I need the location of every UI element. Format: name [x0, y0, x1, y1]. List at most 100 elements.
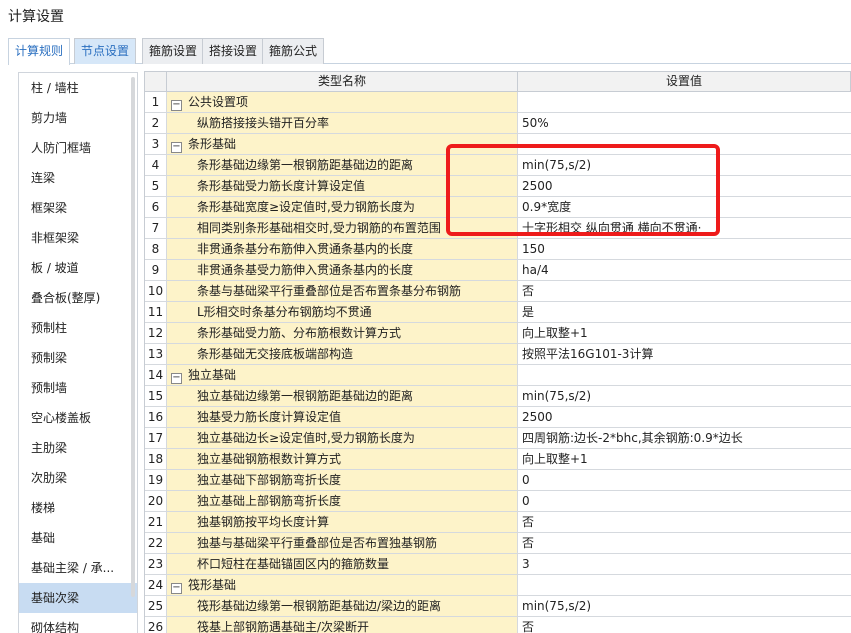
sidebar-scrollbar[interactable] [131, 77, 135, 597]
setting-value-cell[interactable]: 十字形相交 纵向贯通 横向不贯通· [518, 218, 851, 238]
setting-value-cell[interactable]: 0.9*宽度 [518, 197, 851, 217]
table-row[interactable]: 7 相同类别条形基础相交时,受力钢筋的布置范围 十字形相交 纵向贯通 横向不贯通· [145, 218, 851, 239]
setting-name-cell: 独立基础上部钢筋弯折长度 [167, 491, 518, 511]
row-number: 17 [145, 428, 167, 448]
table-row[interactable]: 23 杯口短柱在基础锚固区内的箍筋数量 3 [145, 554, 851, 575]
table-row[interactable]: 20 独立基础上部钢筋弯折长度 0 [145, 491, 851, 512]
table-group-row[interactable]: 1− 公共设置项 [145, 92, 851, 113]
setting-name-cell: 独基受力筋长度计算设定值 [167, 407, 518, 427]
sidebar-item[interactable]: 剪力墙 [19, 103, 137, 133]
setting-value-cell[interactable] [518, 92, 851, 112]
collapse-toggle-icon[interactable]: − [171, 373, 182, 384]
row-number: 15 [145, 386, 167, 406]
setting-value-cell[interactable]: 向上取整+1 [518, 449, 851, 469]
setting-value-cell[interactable]: 2500 [518, 407, 851, 427]
row-number: 12 [145, 323, 167, 343]
sidebar-item[interactable]: 空心楼盖板 [19, 403, 137, 433]
collapse-toggle-icon[interactable]: − [171, 142, 182, 153]
setting-name-cell: 条形基础无交接底板端部构造 [167, 344, 518, 364]
table-row[interactable]: 4 条形基础边缘第一根钢筋距基础边的距离 min(75,s/2) [145, 155, 851, 176]
sidebar: 柱 / 墙柱 剪力墙 人防门框墙 连梁 框架梁 非框架梁板 / 坡道 叠合板(整厚) 预制柱预… [18, 72, 138, 633]
setting-name-cell: L形相交时条基分布钢筋均不贯通 [167, 302, 518, 322]
sidebar-item[interactable]: 基础次梁 [19, 583, 137, 613]
table-row[interactable]: 17 独立基础边长≥设定值时,受力钢筋长度为 四周钢筋:边长-2*bhc,其余钢筋:… [145, 428, 851, 449]
table-row[interactable]: 5 条形基础受力筋长度计算设定值 2500 [145, 176, 851, 197]
setting-value-cell[interactable]: 3 [518, 554, 851, 574]
table-group-row[interactable]: 14− 独立基础 [145, 365, 851, 386]
setting-value-cell[interactable] [518, 575, 851, 595]
group-label: 筏形基础 [188, 578, 237, 592]
setting-value-cell[interactable]: 2500 [518, 176, 851, 196]
table-row[interactable]: 19 独立基础下部钢筋弯折长度 0 [145, 470, 851, 491]
setting-value-cell[interactable]: 0 [518, 491, 851, 511]
sidebar-item[interactable]: 基础主梁 / 承... [19, 553, 137, 583]
sidebar-item[interactable]: 人防门框墙 [19, 133, 137, 163]
setting-name-cell: − 条形基础 [167, 134, 518, 154]
setting-value-cell[interactable]: min(75,s/2) [518, 596, 851, 616]
setting-name-cell: 条形基础宽度≥设定值时,受力钢筋长度为 [167, 197, 518, 217]
table-row[interactable]: 8 非贯通条基分布筋伸入贯通条基内的长度 150 [145, 239, 851, 260]
tab-4[interactable]: 搭接设置 [202, 38, 265, 64]
setting-value-cell[interactable]: 按照平法16G101-3计算 [518, 344, 851, 364]
table-row[interactable]: 6 条形基础宽度≥设定值时,受力钢筋长度为 0.9*宽度 [145, 197, 851, 218]
sidebar-item[interactable]: 叠合板(整厚) [19, 283, 137, 313]
table-row[interactable]: 2 纵筋搭接接头错开百分率 50% [145, 113, 851, 134]
setting-value-cell[interactable]: 150 [518, 239, 851, 259]
tab-3[interactable]: 箍筋设置 [142, 38, 205, 64]
table-row[interactable]: 22 独基与基础梁平行重叠部位是否布置独基钢筋否 [145, 533, 851, 554]
sidebar-item[interactable]: 柱 / 墙柱 [19, 73, 137, 103]
setting-value-cell[interactable]: 否 [518, 281, 851, 301]
sidebar-item[interactable]: 次肋梁 [19, 463, 137, 493]
setting-value-cell[interactable] [518, 134, 851, 154]
setting-value-cell[interactable]: min(75,s/2) [518, 155, 851, 175]
setting-value-cell[interactable] [518, 365, 851, 385]
setting-name-cell: 筏形基础边缘第一根钢筋距基础边/梁边的距离 [167, 596, 518, 616]
table-row[interactable]: 16 独基受力筋长度计算设定值 2500 [145, 407, 851, 428]
setting-value-cell[interactable]: 否 [518, 617, 851, 633]
sidebar-item[interactable]: 砌体结构 [19, 613, 137, 633]
sidebar-item[interactable]: 预制梁 [19, 343, 137, 373]
setting-value-cell[interactable]: ha/4 [518, 260, 851, 280]
tab-2[interactable]: 节点设置 [74, 38, 137, 64]
setting-value-cell[interactable]: 四周钢筋:边长-2*bhc,其余钢筋:0.9*边长 [518, 428, 851, 448]
collapse-toggle-icon[interactable]: − [171, 100, 182, 111]
table-row[interactable]: 18 独立基础钢筋根数计算方式 向上取整+1 [145, 449, 851, 470]
sidebar-item[interactable]: 主肋梁 [19, 433, 137, 463]
setting-name-cell: 筏基上部钢筋遇基础主/次梁断开 [167, 617, 518, 633]
value-column-header[interactable]: 设置值 [518, 72, 851, 91]
setting-name-cell: 相同类别条形基础相交时,受力钢筋的布置范围 [167, 218, 518, 238]
setting-value-cell[interactable]: 向上取整+1 [518, 323, 851, 343]
collapse-toggle-icon[interactable]: − [171, 583, 182, 594]
setting-name-cell: − 筏形基础 [167, 575, 518, 595]
sidebar-item[interactable]: 非框架梁 [19, 223, 137, 253]
sidebar-item[interactable]: 板 / 坡道 [19, 253, 137, 283]
table-group-row[interactable]: 3− 条形基础 [145, 134, 851, 155]
table-row[interactable]: 25 筏形基础边缘第一根钢筋距基础边/梁边的距离 min(75,s/2) [145, 596, 851, 617]
row-number: 10 [145, 281, 167, 301]
tab-1[interactable]: 计算规则 [8, 38, 71, 65]
sidebar-item[interactable]: 连梁 [19, 163, 137, 193]
table-row[interactable]: 10 条基与基础梁平行重叠部位是否布置条基分布钢筋否 [145, 281, 851, 302]
table-row[interactable]: 15 独立基础边缘第一根钢筋距基础边的距离 min(75,s/2) [145, 386, 851, 407]
table-row[interactable]: 11 L形相交时条基分布钢筋均不贯通是 [145, 302, 851, 323]
sidebar-item[interactable]: 预制柱 [19, 313, 137, 343]
table-group-row[interactable]: 24− 筏形基础 [145, 575, 851, 596]
sidebar-item[interactable]: 基础 [19, 523, 137, 553]
tab-5[interactable]: 箍筋公式 [262, 38, 325, 64]
table-row[interactable]: 12 条形基础受力筋、分布筋根数计算方式 向上取整+1 [145, 323, 851, 344]
name-column-header[interactable]: 类型名称 [167, 72, 518, 91]
sidebar-item[interactable]: 框架梁 [19, 193, 137, 223]
table-row[interactable]: 26 筏基上部钢筋遇基础主/次梁断开否 [145, 617, 851, 633]
table-row[interactable]: 9 非贯通条基受力筋伸入贯通条基内的长度 ha/4 [145, 260, 851, 281]
setting-name-cell: 条形基础边缘第一根钢筋距基础边的距离 [167, 155, 518, 175]
setting-value-cell[interactable]: 是 [518, 302, 851, 322]
setting-value-cell[interactable]: min(75,s/2) [518, 386, 851, 406]
setting-value-cell[interactable]: 否 [518, 512, 851, 532]
sidebar-item[interactable]: 预制墙 [19, 373, 137, 403]
setting-value-cell[interactable]: 0 [518, 470, 851, 490]
table-row[interactable]: 13 条形基础无交接底板端部构造 按照平法16G101-3计算 [145, 344, 851, 365]
setting-value-cell[interactable]: 否 [518, 533, 851, 553]
sidebar-item[interactable]: 楼梯 [19, 493, 137, 523]
table-row[interactable]: 21 独基钢筋按平均长度计算否 [145, 512, 851, 533]
setting-value-cell[interactable]: 50% [518, 113, 851, 133]
